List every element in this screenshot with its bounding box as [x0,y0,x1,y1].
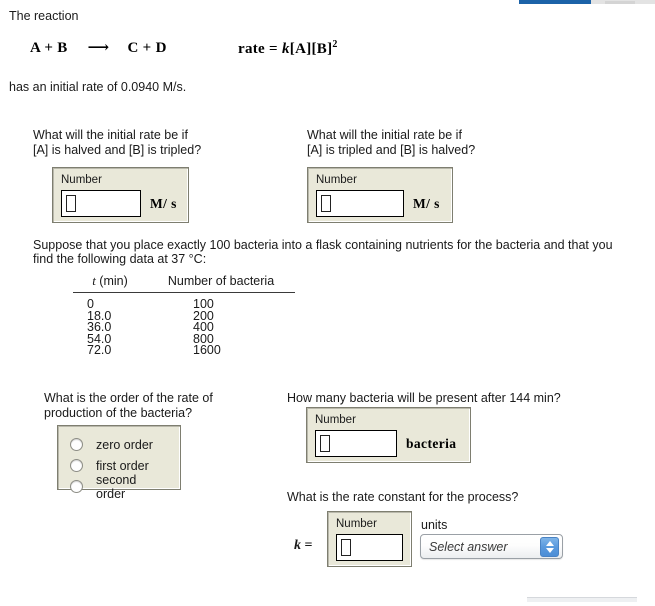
question2-input-row: M/ s [316,190,444,217]
table-row: 0 100 [73,293,295,311]
k-symbol: k [294,538,301,553]
products: C + D [127,40,167,56]
question4-prompt: How many bacteria will be present after … [287,391,561,405]
reaction-arrow-icon: ⟶ [87,40,110,56]
question5-input-row [336,534,403,561]
bacteria-intro-text: Suppose that you place exactly 100 bacte… [33,238,613,266]
units-caption-label: units [421,518,448,532]
reactants: A + B [30,40,68,56]
table-header-row: t (min) Number of bacteria [73,273,295,293]
rate-law-exponent: 2 [332,39,338,50]
empty-glyph-icon [66,195,76,212]
bottom-divider-artifact [527,597,637,602]
radio-option-0[interactable]: zero order [70,434,166,455]
question5-prompt: What is the rate constant for the proces… [287,490,519,504]
units-select-dropdown[interactable]: Select answer [420,534,563,559]
intro-lead-text: The reaction [9,9,79,23]
faded-bar-fragment [605,1,635,4]
question5-answer-panel: Number [327,511,412,567]
rate-law-prefix: rate = [238,41,282,57]
question2-prompt: What will the initial rate be if [A] is … [307,128,476,157]
column-header-time: t (min) [73,273,147,293]
radio-button-icon[interactable] [70,480,83,493]
question4-unit-label: bacteria [406,435,457,451]
radio-option-label: zero order [96,437,153,452]
radio-option-label: second order [96,472,137,501]
question5-number-input[interactable] [336,534,403,561]
cell-bacteria-count: 800 [193,331,214,346]
rate-constant-label: k = [294,538,312,554]
blue-bar-fragment [519,0,591,4]
radio-group[interactable]: zero order first order second order [70,434,166,501]
units-select-value: Select answer [429,539,508,554]
radio-button-icon[interactable] [70,438,83,451]
radio-option-label: first order [96,458,149,473]
question1-unit-label: M/ s [150,195,177,211]
cell-bacteria-count: 400 [193,320,214,335]
question2-unit-label: M/ s [413,195,440,211]
initial-rate-statement: has an initial rate of 0.0940 M/s. [9,80,187,94]
cell-time: 72.0 [87,343,112,358]
question2-answer-panel: Number M/ s [307,167,453,223]
question3-options-panel: zero order first order second order [57,425,181,501]
question4-number-label: Number [315,414,356,426]
rate-law-equation: rate = k[A][B]2 [238,39,338,58]
question4-input-row: bacteria [315,430,462,457]
question1-number-label: Number [61,174,102,186]
chevron-down-icon [545,548,554,553]
cell-bacteria-count: 200 [193,308,214,323]
bacteria-data-table: t (min) Number of bacteria 0 100 18.0 200 36… [73,273,295,357]
question1-prompt: What will the initial rate be if [A] is … [33,128,202,157]
column-header-count: Number of bacteria [147,273,295,293]
radio-option-2[interactable]: second order [70,473,166,501]
radio-button-icon[interactable] [70,459,83,472]
concentration-b: [B] [311,41,333,57]
question4-number-input[interactable] [315,430,397,457]
spinner-arrows-icon[interactable] [540,537,559,557]
cell-bacteria-count: 1600 [193,343,221,358]
question1-number-input[interactable] [61,190,141,217]
chevron-up-icon [545,541,554,546]
top-chrome-artifact [519,0,655,5]
table-body: 0 100 18.0 200 36.0 400 54.0 800 72.0 1600 [73,293,295,357]
question1-input-row: M/ s [61,190,180,217]
rate-constant-symbol: k [281,41,290,57]
empty-glyph-icon [321,195,331,212]
cell-bacteria-count: 100 [193,297,214,311]
reaction-equation: A + B ⟶ C + D [30,38,167,57]
question1-answer-panel: Number M/ s [52,167,189,223]
question2-number-input[interactable] [316,190,404,217]
empty-glyph-icon [320,435,330,452]
empty-glyph-icon [341,539,351,556]
question4-answer-panel: Number bacteria [306,407,471,463]
table-row: 72.0 1600 [73,343,295,358]
question3-prompt: What is the order of the rate of product… [44,391,213,420]
cell-time: 0 [87,297,94,311]
equals-sign: = [301,538,313,553]
concentration-a: [A] [289,41,312,57]
question2-number-label: Number [316,174,357,186]
question5-number-label: Number [336,518,377,530]
time-unit: (min) [95,274,128,288]
